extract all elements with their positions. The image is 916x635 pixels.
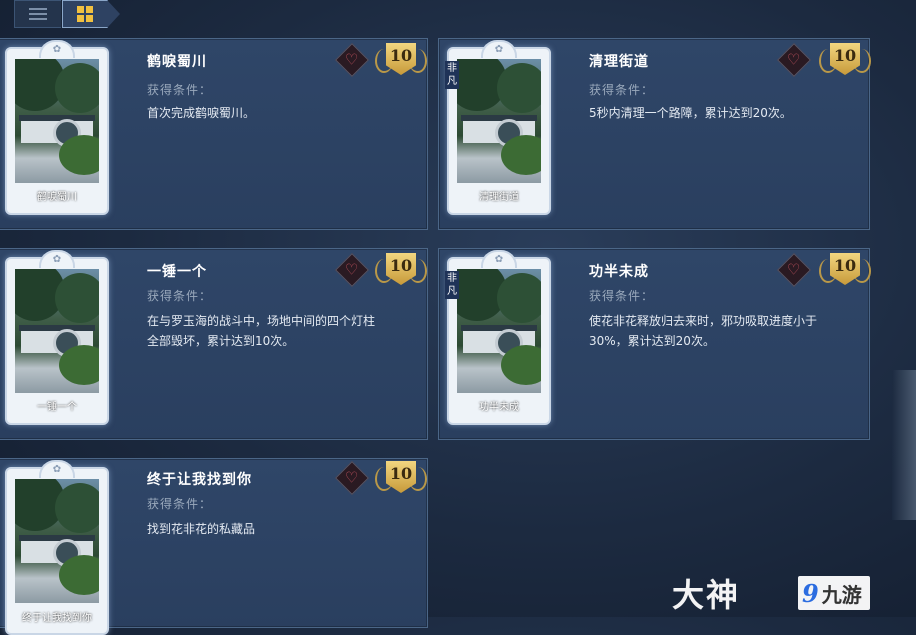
garden-scene-image (457, 269, 541, 393)
watermark-brand: 九游 (821, 582, 862, 607)
achievement-title: 终于让我找到你 (147, 472, 252, 488)
thumbnail-name: 一锤一个 (37, 402, 77, 413)
condition-label: 获得条件： (147, 289, 213, 303)
favorite-heart-icon[interactable]: ♡ (777, 253, 811, 287)
achievement-title: 一锤一个 (147, 264, 207, 280)
points-value: 10 (833, 256, 857, 275)
achievement-thumbnail: ✿ 一锤一个 (5, 250, 109, 425)
achievement-description: 使花非花释放归去来时，邪功吸取进度小于30%，累计达到20次。 (589, 314, 818, 348)
achievement-description: 首次完成鹤唳蜀川。 (147, 106, 256, 120)
achievement-title: 功半未成 (589, 264, 649, 280)
grid-icon (77, 6, 93, 22)
points-badge: 10 (375, 41, 427, 77)
condition-label: 获得条件： (589, 289, 655, 303)
points-value: 10 (389, 464, 413, 483)
garden-scene-image (15, 269, 99, 393)
achievement-title: 鹤唳蜀川 (147, 54, 207, 70)
favorite-heart-icon[interactable]: ♡ (335, 461, 369, 495)
achievement-card[interactable]: ✿ 终于让我找到你 终于让我找到你 获得条件： 找到花非花的私藏品 ♡ 10 (0, 458, 428, 635)
grid-view-button[interactable] (62, 0, 120, 28)
background-ornament (892, 370, 916, 520)
achievement-title: 清理街道 (589, 54, 649, 70)
achievement-card[interactable]: ✿ 鹤唳蜀川 鹤唳蜀川 获得条件： 首次完成鹤唳蜀川。 ♡ 10 (0, 38, 428, 230)
points-badge: 10 (819, 251, 871, 287)
achievement-thumbnail: ✿ 非凡 清理街道 (445, 40, 551, 215)
view-toggle-bar (0, 0, 916, 30)
garden-scene-image (15, 59, 99, 183)
achievement-card[interactable]: ✿ 非凡 功半未成 功半未成 获得条件： 使花非花释放归去来时，邪功吸取进度小于… (438, 248, 871, 440)
thumbnail-name: 清理街道 (479, 192, 519, 203)
points-badge: 10 (819, 41, 871, 77)
garden-scene-image (457, 59, 541, 183)
watermark-text: 大神 (672, 576, 736, 614)
achievement-description: 找到花非花的私藏品 (147, 522, 256, 536)
watermark-logo: 9 九游 (798, 576, 870, 610)
achievement-card[interactable]: ✿ 一锤一个 一锤一个 获得条件： 在与罗玉海的战斗中，场地中间的四个灯柱全部毁… (0, 248, 428, 440)
lotus-icon: ✿ (39, 40, 75, 58)
points-badge: 10 (375, 459, 427, 495)
achievement-thumbnail: ✿ 鹤唳蜀川 (5, 40, 109, 215)
points-value: 10 (389, 256, 413, 275)
list-view-button[interactable] (14, 0, 61, 28)
achievement-description: 5秒内清理一个路障，累计达到20次。 (589, 106, 792, 120)
lotus-icon: ✿ (39, 460, 75, 478)
list-icon (29, 5, 47, 23)
achievement-thumbnail: ✿ 非凡 功半未成 (445, 250, 551, 425)
favorite-heart-icon[interactable]: ♡ (335, 43, 369, 77)
favorite-heart-icon[interactable]: ♡ (335, 253, 369, 287)
condition-label: 获得条件： (147, 497, 213, 511)
lotus-icon: ✿ (39, 250, 75, 268)
achievement-thumbnail: ✿ 终于让我找到你 (5, 460, 109, 635)
thumbnail-name: 鹤唳蜀川 (37, 192, 77, 203)
condition-label: 获得条件： (589, 83, 655, 97)
condition-label: 获得条件： (147, 83, 213, 97)
rarity-tag: 非凡 (445, 271, 459, 299)
thumbnail-name: 功半未成 (479, 402, 519, 413)
achievement-card[interactable]: ✿ 非凡 清理街道 清理街道 获得条件： 5秒内清理一个路障，累计达到20次。 … (438, 38, 871, 230)
points-value: 10 (389, 46, 413, 65)
points-badge: 10 (375, 251, 427, 287)
lotus-icon: ✿ (481, 250, 517, 268)
ninegame-logo-icon: 9 (802, 578, 819, 608)
achievement-description: 在与罗玉海的战斗中，场地中间的四个灯柱全部毁坏，累计达到10次。 (147, 314, 376, 348)
points-value: 10 (833, 46, 857, 65)
rarity-tag: 非凡 (445, 61, 459, 89)
garden-scene-image (15, 479, 99, 603)
lotus-icon: ✿ (481, 40, 517, 58)
favorite-heart-icon[interactable]: ♡ (777, 43, 811, 77)
